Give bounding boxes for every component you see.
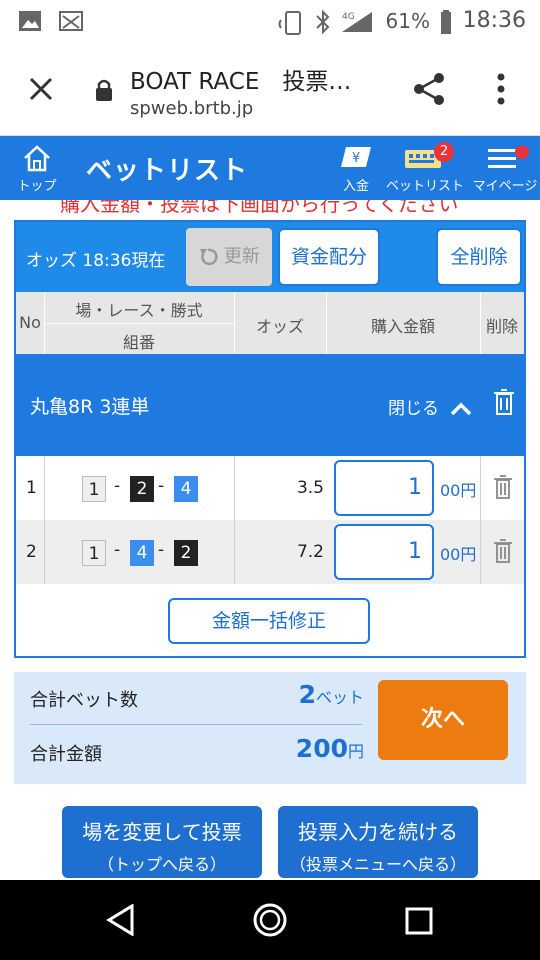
nav-betlist[interactable]: 2 ベットリスト — [386, 136, 464, 200]
amount-unit: 00円 — [440, 545, 477, 564]
summary-box: 合計ベット数 2ベット 合計金額 200円 次へ — [14, 672, 526, 784]
nav-home[interactable]: トップ — [12, 136, 62, 200]
collapse-toggle[interactable]: 閉じる — [388, 394, 472, 419]
race-group-name: 丸亀8R 3連単 — [30, 396, 150, 418]
row-odds: 3.5 — [296, 478, 324, 498]
battery-percent: 61% — [385, 9, 430, 33]
cast-icon — [59, 11, 83, 31]
row-number: 1 — [26, 478, 37, 498]
notice-banner: 購入金額・投票は下画面から行ってください — [0, 200, 540, 214]
nav-deposit-label: 入金 — [342, 179, 369, 194]
combo-boat-2: 2 — [130, 476, 154, 502]
signal-icon: 4G — [342, 12, 372, 32]
nav-mypage[interactable]: マイページ — [470, 136, 540, 200]
betlist-panel: オッズ 18:36現在 更新 資金配分 全削除 No 場・レース・勝式 組番 オ… — [14, 220, 526, 658]
trash-icon[interactable] — [492, 474, 514, 500]
collapse-label: 閉じる — [388, 399, 439, 419]
table-row: 1 1 - 2 - 4 3.5 1 00円 — [16, 456, 524, 520]
nav-home-label: トップ — [17, 179, 57, 194]
more-vert-icon[interactable] — [494, 72, 508, 106]
row-odds: 7.2 — [296, 542, 324, 562]
combo-boat-2: 4 — [130, 540, 154, 566]
app-title: ベットリスト — [86, 156, 249, 186]
total-amount-value: 200円 — [295, 734, 364, 763]
refresh-label: 更新 — [223, 246, 260, 267]
chevron-up-icon — [451, 402, 472, 416]
header-combination: 組番 — [122, 333, 155, 352]
close-icon[interactable] — [28, 76, 54, 102]
url-text[interactable]: spweb.brtb.jp — [130, 98, 253, 119]
odds-toolbar: オッズ 18:36現在 更新 資金配分 全削除 — [16, 222, 524, 292]
refresh-button[interactable]: 更新 — [186, 228, 272, 286]
system-nav-bar — [0, 880, 540, 960]
battery-icon — [441, 10, 451, 34]
header-delete: 削除 — [485, 317, 518, 336]
row-number: 2 — [26, 542, 37, 562]
header-amount: 購入金額 — [370, 317, 435, 336]
header-no: No — [19, 313, 41, 332]
share-icon[interactable] — [412, 72, 446, 106]
race-group-header: 丸亀8R 3連単 閉じる — [16, 354, 524, 456]
combo-boat-3: 2 — [174, 540, 198, 566]
header-race-type: 場・レース・勝式 — [75, 301, 203, 320]
header-odds: オッズ — [255, 317, 304, 336]
bet-count-label: 合計ベット数 — [30, 690, 138, 711]
notice-text: 購入金額・投票は下画面から行ってください — [60, 200, 459, 214]
menu-icon — [488, 146, 529, 168]
combo-boat-1: 1 — [82, 540, 106, 566]
page-title: BOAT RACE 投票… — [130, 69, 352, 95]
clock: 18:36 — [462, 8, 526, 33]
bulk-edit-amount-button[interactable]: 金額一括修正 — [168, 598, 370, 644]
recents-nav-icon[interactable] — [404, 906, 434, 936]
amount-unit: 00円 — [440, 481, 477, 500]
table-row: 2 1 - 4 - 2 7.2 1 00円 — [16, 520, 524, 584]
amount-input[interactable]: 1 — [334, 524, 434, 580]
nfc-icon — [278, 11, 301, 35]
combo-boat-3: 4 — [174, 476, 198, 502]
amount-input[interactable]: 1 — [334, 460, 434, 516]
bet-count-value: 2ベット — [298, 680, 364, 709]
status-bar: 4G 61% 18:36 — [0, 0, 540, 44]
home-nav-icon[interactable] — [252, 902, 288, 938]
change-venue-button[interactable]: 場を変更して投票 （トップへ戻る） — [62, 806, 262, 878]
nav-deposit[interactable]: ¥ 入金 — [334, 136, 378, 200]
nav-betlist-label: ベットリスト — [386, 179, 465, 194]
trash-icon[interactable] — [492, 388, 516, 416]
lock-icon — [96, 79, 112, 101]
svg-text:¥: ¥ — [352, 151, 360, 166]
allocate-funds-button[interactable]: 資金配分 — [278, 228, 380, 286]
home-icon — [24, 145, 50, 172]
refresh-icon — [200, 248, 218, 266]
delete-all-button[interactable]: 全削除 — [436, 228, 522, 286]
table-header: No 場・レース・勝式 組番 オッズ 購入金額 削除 — [16, 292, 524, 354]
app-header: トップ ベットリスト ¥ 入金 2 ベットリスト マイページ — [0, 136, 540, 200]
bluetooth-icon — [316, 10, 330, 34]
betlist-badge: 2 — [434, 142, 454, 162]
image-icon — [19, 11, 41, 31]
odds-timestamp: オッズ 18:36現在 — [26, 251, 166, 271]
back-nav-icon[interactable] — [106, 904, 136, 936]
trash-icon[interactable] — [492, 538, 514, 564]
deposit-icon: ¥ — [341, 147, 371, 167]
browser-address-bar: BOAT RACE 投票… spweb.brtb.jp — [0, 44, 540, 136]
next-button[interactable]: 次へ — [378, 680, 508, 760]
total-amount-label: 合計金額 — [30, 744, 102, 765]
continue-input-button[interactable]: 投票入力を続ける （投票メニューへ戻る） — [278, 806, 478, 878]
combo-boat-1: 1 — [82, 476, 106, 502]
nav-mypage-label: マイページ — [472, 179, 538, 194]
svg-text:4G: 4G — [342, 12, 355, 22]
